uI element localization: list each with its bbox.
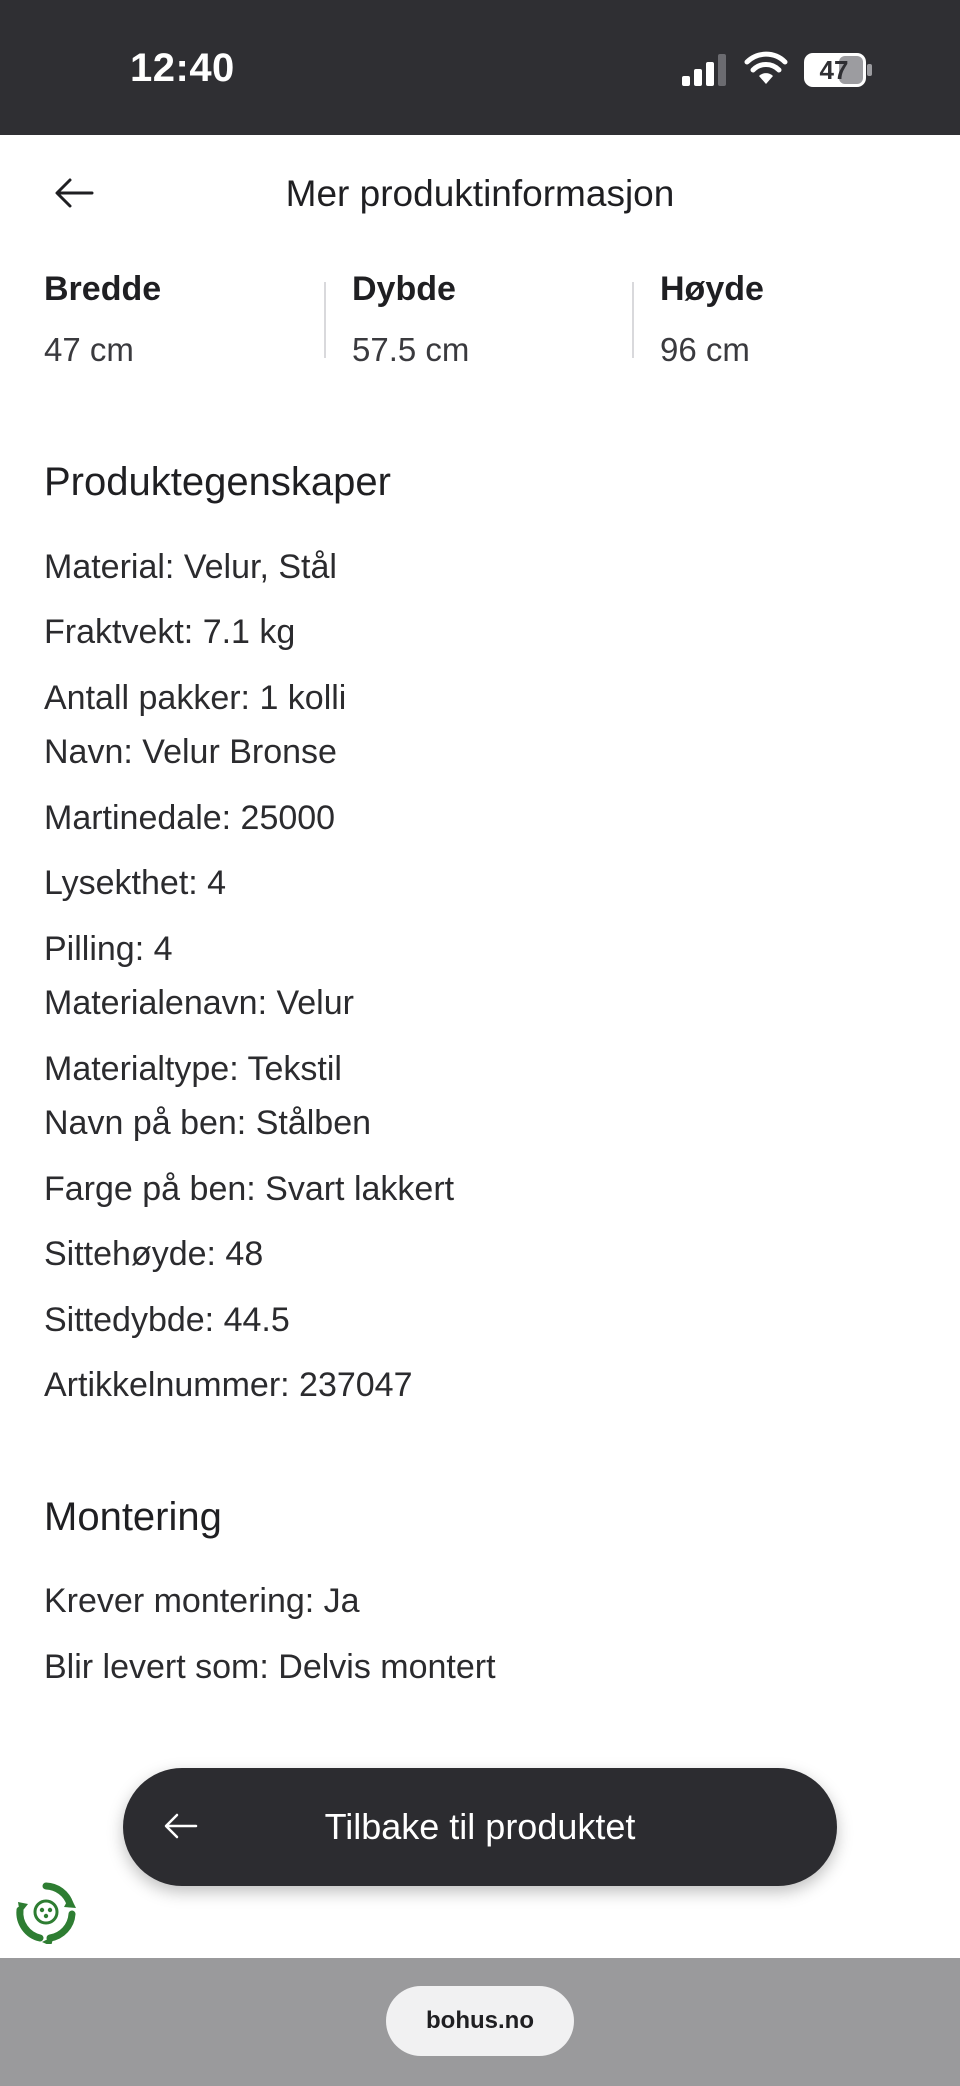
property-item: Material: Velur, Stål (44, 548, 337, 586)
property-item: Artikkelnummer: 237047 (44, 1366, 413, 1404)
property-item: Sittedybde: 44.5 (44, 1301, 290, 1339)
property-item: Sittehøyde: 48 (44, 1235, 264, 1273)
page-header: Mer produktinformasjon (0, 135, 960, 255)
property-item: Materialenavn: Velur (44, 984, 354, 1022)
dimension-value: 47 cm (44, 331, 134, 368)
status-time: 12:40 (130, 46, 235, 90)
dimension-divider (632, 282, 634, 358)
dimension-width: Bredde 47 cm (44, 270, 304, 369)
property-item: Navn: Velur Bronse (44, 733, 337, 771)
back-to-product-button[interactable]: Tilbake til produktet (123, 1768, 837, 1886)
property-item: Navn på ben: Stålben (44, 1104, 372, 1142)
dimension-depth: Dybde 57.5 cm (352, 270, 612, 369)
assembly-item: Blir levert som: Delvis montert (44, 1648, 496, 1686)
dimension-label: Dybde (352, 270, 456, 308)
recycle-icon[interactable] (14, 1880, 78, 1944)
dimension-divider (324, 282, 326, 358)
property-item: Farge på ben: Svart lakkert (44, 1170, 455, 1208)
url-pill[interactable]: bohus.no (386, 1986, 574, 2056)
property-item: Lysekthet: 4 (44, 864, 227, 902)
browser-bottom-bar: bohus.no (0, 1958, 960, 2086)
back-to-product-label: Tilbake til produktet (324, 1806, 636, 1847)
property-item: Pilling: 4 (44, 930, 173, 968)
dimension-label: Høyde (660, 270, 764, 308)
dimension-value: 96 cm (660, 331, 750, 368)
property-item: Fraktvekt: 7.1 kg (44, 613, 296, 651)
battery-level: 47 (819, 55, 849, 85)
dimensions-row: Bredde 47 cm Dybde 57.5 cm Høyde 96 cm (0, 270, 960, 370)
cellular-signal-icon (682, 54, 726, 86)
assembly-title: Montering (44, 1495, 222, 1539)
page-title: Mer produktinformasjon (285, 173, 675, 214)
dimension-label: Bredde (44, 270, 162, 308)
property-item: Martinedale: 25000 (44, 799, 336, 837)
dimension-value: 57.5 cm (352, 331, 470, 368)
status-bar: 12:40 47 (0, 0, 960, 135)
dimension-height: Høyde 96 cm (660, 270, 920, 369)
assembly-item: Krever montering: Ja (44, 1582, 360, 1620)
property-item: Antall pakker: 1 kolli (44, 679, 347, 717)
wifi-icon (744, 51, 788, 84)
property-item: Materialtype: Tekstil (44, 1050, 342, 1088)
properties-title: Produktegenskaper (44, 460, 391, 504)
